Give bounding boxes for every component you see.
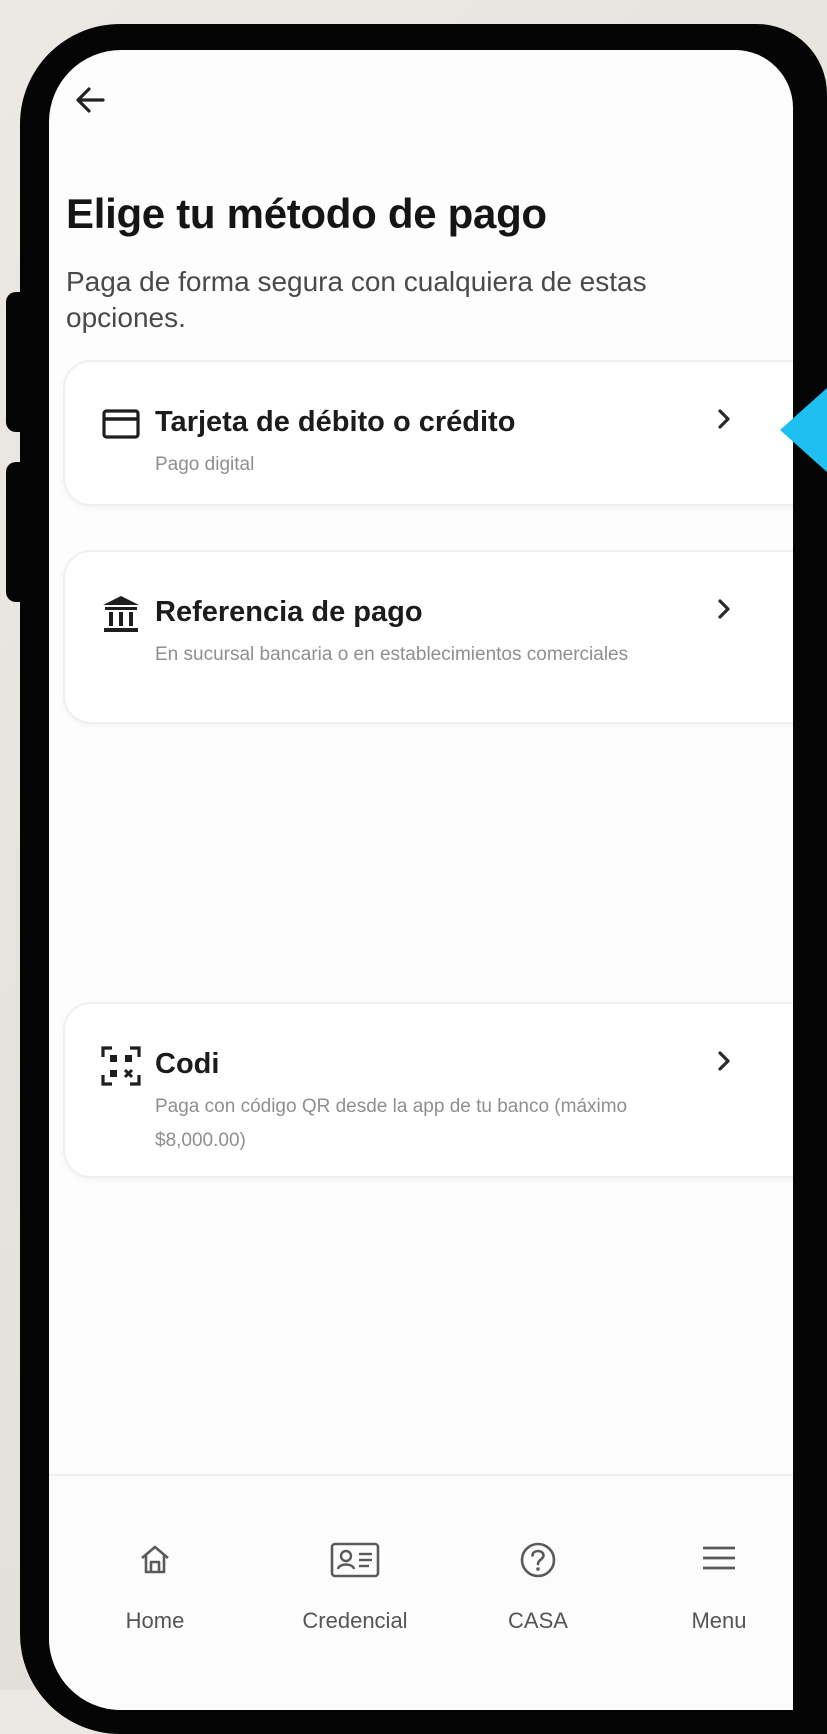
- chevron-right-icon: [711, 1048, 737, 1074]
- phone-frame: Elige tu método de pago Paga de forma se…: [20, 24, 827, 1734]
- nav-label: Home: [125, 1608, 185, 1633]
- id-card-icon: [330, 1542, 380, 1578]
- nav-label: Credencial: [302, 1608, 408, 1633]
- payment-option-card[interactable]: Tarjeta de débito o crédito Pago digital: [63, 360, 793, 506]
- qr-scan-icon: [99, 1044, 143, 1088]
- chevron-right-icon: [711, 406, 737, 432]
- nav-item-menu[interactable]: Menu: [649, 1476, 789, 1636]
- page-subtitle: Paga de forma segura con cualquiera de e…: [66, 266, 647, 333]
- credit-card-icon: [99, 402, 143, 446]
- bottom-navigation: Home Credencial CASA Menu: [49, 1474, 793, 1710]
- nav-item-credencial[interactable]: Credencial: [285, 1476, 425, 1636]
- payment-option-title: Tarjeta de débito o crédito: [155, 406, 516, 438]
- menu-icon: [703, 1546, 735, 1570]
- nav-item-home[interactable]: Home: [85, 1476, 225, 1636]
- payment-option-reference[interactable]: Referencia de pago En sucursal bancaria …: [63, 550, 793, 724]
- payment-option-codi[interactable]: Codi Paga con código QR desde la app de …: [63, 1002, 793, 1178]
- payment-option-description: En sucursal bancaria o en establecimient…: [155, 644, 629, 665]
- back-button[interactable]: [69, 78, 113, 122]
- payment-option-description: Pago digital: [155, 454, 255, 475]
- bank-icon: [99, 592, 143, 636]
- nav-label: CASA: [508, 1608, 568, 1633]
- payment-option-description: Paga con código QR desde la app de tu ba…: [155, 1096, 628, 1151]
- pointer-arrow-icon: [780, 388, 827, 472]
- arrow-left-icon: [76, 87, 105, 113]
- page-title: Elige tu método de pago: [66, 190, 547, 237]
- home-icon: [141, 1545, 169, 1574]
- nav-item-casa[interactable]: CASA: [468, 1476, 608, 1636]
- help-circle-icon: [520, 1542, 556, 1578]
- payment-option-title: Codi: [155, 1048, 220, 1080]
- payment-option-title: Referencia de pago: [155, 596, 423, 628]
- app-screen: Elige tu método de pago Paga de forma se…: [49, 50, 793, 1710]
- chevron-right-icon: [711, 596, 737, 622]
- nav-label: Menu: [691, 1608, 747, 1633]
